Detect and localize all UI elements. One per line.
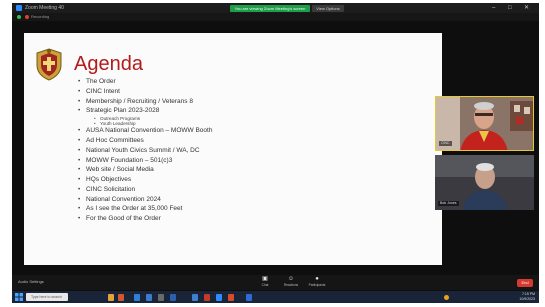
window-title: Zoom Meeting 40 <box>25 5 64 11</box>
agenda-item: CINC Solicitation <box>78 185 212 195</box>
agenda-item: MOWW Foundation – 501(c)3 <box>78 156 212 166</box>
minimize-icon[interactable]: – <box>492 3 495 13</box>
agenda-item: National Youth Civics Summit / WA, DC <box>78 146 212 156</box>
zoom-taskbar-icon[interactable] <box>216 293 222 301</box>
participants-label: Participants <box>308 283 326 287</box>
recording-label: Recording <box>31 14 50 19</box>
agenda-item: The Order <box>78 77 212 87</box>
app-icon[interactable] <box>158 293 164 301</box>
app-icon[interactable] <box>118 293 124 301</box>
zoom-app-icon <box>16 5 22 11</box>
agenda-item: HQs Objectives <box>78 175 212 185</box>
recording-icon[interactable] <box>25 15 29 19</box>
app-icon[interactable] <box>204 293 210 301</box>
participants-button[interactable]: ● Participants <box>305 276 329 287</box>
reactions-label: Reactions <box>283 283 299 287</box>
taskbar-search-input[interactable]: Type here to search <box>26 293 68 301</box>
meeting-info-bar: Recording <box>12 13 539 21</box>
close-icon[interactable]: ✕ <box>524 3 529 13</box>
participant-video-tile[interactable]: Bob Jones <box>435 155 534 210</box>
edge-icon[interactable] <box>134 293 140 301</box>
participant-video-tile[interactable]: CINC <box>435 96 534 151</box>
reactions-button[interactable]: ☺ Reactions <box>279 276 303 287</box>
clock-time: 7:15 PM <box>521 292 535 296</box>
agenda-list: The Order CINC Intent Membership / Recru… <box>78 77 212 224</box>
mail-icon[interactable] <box>146 293 152 301</box>
slide-title: Agenda <box>74 53 143 75</box>
audio-settings-label[interactable]: Audio Settings <box>18 279 44 285</box>
app-icon[interactable] <box>246 293 252 301</box>
agenda-item: CINC Intent <box>78 87 212 97</box>
chat-label: Chat <box>261 283 269 287</box>
chat-button[interactable]: ▣ Chat <box>253 276 277 287</box>
monitor-screen: Zoom Meeting 40 You are viewing Zoom Mee… <box>12 3 539 303</box>
shared-slide: Agenda The Order CINC Intent Membership … <box>24 33 442 265</box>
screen-share-banner[interactable]: You are viewing Zoom Meeting's screen <box>230 4 310 12</box>
file-explorer-icon[interactable] <box>108 293 114 301</box>
windows-taskbar: Type here to search 7:15 PM 10/9/2023 <box>12 291 539 303</box>
participant-name-label: Bob Jones <box>438 201 459 206</box>
window-title-bar: Zoom Meeting 40 You are viewing Zoom Mee… <box>12 3 539 13</box>
agenda-item: AUSA National Convention – MOWW Booth <box>78 126 212 136</box>
reactions-icon: ☺ <box>287 276 295 282</box>
agenda-item: Web site / Social Media <box>78 165 212 175</box>
clock-date: 10/9/2023 <box>519 297 535 301</box>
view-options-button[interactable]: View Options <box>312 4 344 12</box>
agenda-item: For the Good of the Order <box>78 214 212 224</box>
weather-icon[interactable] <box>444 294 449 300</box>
order-emblem-icon <box>36 48 62 81</box>
participant-name-label: CINC <box>439 141 452 146</box>
participants-icon: ● <box>315 276 319 282</box>
meeting-controls-bar: Audio Settings ▣ Chat ☺ Reactions ● Part… <box>12 275 539 290</box>
windows-start-icon[interactable] <box>15 293 23 301</box>
security-shield-icon[interactable] <box>17 15 21 19</box>
system-tray-clock[interactable]: 7:15 PM 10/9/2023 <box>519 292 535 302</box>
agenda-item: National Convention 2024 <box>78 195 212 205</box>
screenshot-frame: Zoom Meeting 40 You are viewing Zoom Mee… <box>0 0 545 307</box>
agenda-item: Strategic Plan 2023-2028 <box>78 106 212 116</box>
agenda-item: As I see the Order at 35,000 Feet <box>78 204 212 214</box>
app-icon[interactable] <box>192 293 198 301</box>
agenda-item: Membership / Recruiting / Veterans 8 <box>78 97 212 107</box>
word-icon[interactable] <box>170 293 176 301</box>
agenda-item: Ad Hoc Committees <box>78 136 212 146</box>
app-icon[interactable] <box>228 293 234 301</box>
maximize-icon[interactable]: □ <box>508 3 512 13</box>
end-meeting-button[interactable]: End <box>517 279 533 287</box>
chat-icon: ▣ <box>262 276 268 282</box>
